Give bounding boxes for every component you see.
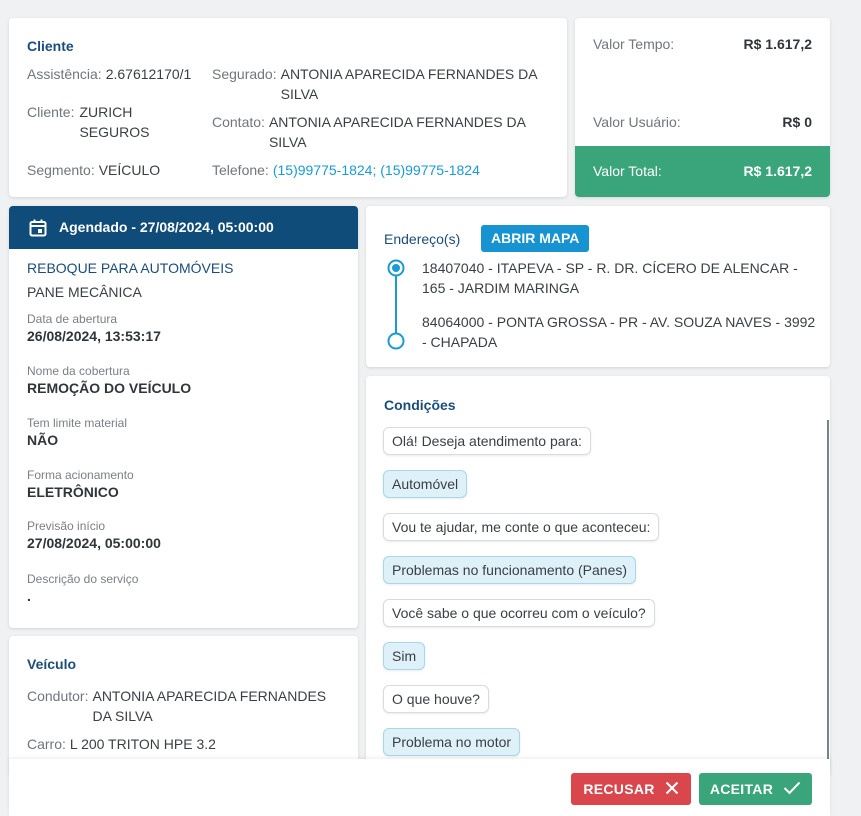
cliente-value: ZURICH SEGUROS bbox=[79, 104, 150, 140]
accept-label: ACEITAR bbox=[709, 781, 774, 797]
schedule-card: Agendado - 27/08/2024, 05:00:00 REBOQUE … bbox=[9, 206, 358, 628]
close-icon bbox=[665, 781, 679, 798]
chat-message: Olá! Deseja atendimento para: bbox=[383, 427, 591, 455]
segurado-value: ANTONIA APARECIDA FERNANDES DA SILVA bbox=[280, 66, 537, 102]
contato-label: Contato: bbox=[212, 114, 265, 130]
condutor-row: Condutor: ANTONIA APARECIDA FERNANDES DA… bbox=[27, 688, 347, 726]
service-title: REBOQUE PARA AUTOMÓVEIS bbox=[27, 260, 234, 276]
chat-reply: Problema no motor bbox=[383, 728, 521, 756]
carro-row: Carro: L 200 TRITON HPE 3.2 bbox=[27, 736, 216, 752]
conditions-card-title: Condições bbox=[384, 397, 456, 413]
valor-total-bar: Valor Total: R$ 1.617,2 bbox=[575, 146, 830, 197]
address-card: Endereço(s) ABRIR MAPA 18407040 - ITAPEV… bbox=[366, 206, 830, 367]
chat-reply: Problemas no funcionamento (Panes) bbox=[383, 556, 637, 584]
valor-tempo-value: R$ 1.617,2 bbox=[743, 36, 813, 52]
field-label: Nome da cobertura bbox=[27, 364, 130, 378]
valor-total-value: R$ 1.617,2 bbox=[743, 163, 813, 179]
field-descricao-servico: Descrição do serviço . bbox=[27, 572, 138, 604]
field-label: Forma acionamento bbox=[27, 468, 134, 482]
client-card: Cliente Assistência: 2.67612170/1 Client… bbox=[9, 18, 567, 197]
client-card-title: Cliente bbox=[27, 38, 74, 54]
telefone-link[interactable]: (15)99775-1824; (15)99775-1824 bbox=[273, 162, 480, 178]
conditions-card: Condições Olá! Deseja atendimento para: … bbox=[366, 376, 830, 776]
chat-message: Vou te ajudar, me conte o que aconteceu: bbox=[383, 513, 660, 541]
origin-address: 18407040 - ITAPEVA - SP - R. DR. CÍCERO … bbox=[422, 260, 798, 296]
carro-label: Carro: bbox=[27, 736, 66, 752]
service-subtitle: PANE MECÂNICA bbox=[27, 284, 142, 300]
field-previsao-inicio: Previsão início 27/08/2024, 05:00:00 bbox=[27, 519, 161, 551]
field-data-abertura: Data de abertura 26/08/2024, 13:53:17 bbox=[27, 312, 161, 344]
field-label: Previsão início bbox=[27, 519, 106, 533]
chat-message: Você sabe o que ocorreu com o veículo? bbox=[383, 599, 655, 627]
field-label: Tem limite material bbox=[27, 416, 128, 430]
condutor-label: Condutor: bbox=[27, 688, 89, 704]
segmento-label: Segmento: bbox=[27, 162, 95, 178]
field-value: ELETRÔNICO bbox=[27, 484, 119, 500]
field-value: REMOÇÃO DO VEÍCULO bbox=[27, 380, 192, 396]
field-value: 27/08/2024, 05:00:00 bbox=[27, 535, 161, 551]
field-forma-acionamento: Forma acionamento ELETRÔNICO bbox=[27, 468, 134, 500]
destination-marker-icon bbox=[387, 332, 405, 353]
address-card-title: Endereço(s) bbox=[384, 231, 461, 247]
calendar-icon bbox=[28, 218, 48, 241]
reject-label: RECUSAR bbox=[583, 781, 655, 797]
valor-tempo-label: Valor Tempo: bbox=[593, 36, 675, 52]
chat-reply: Automóvel bbox=[383, 470, 468, 498]
field-value: . bbox=[27, 588, 31, 604]
valor-total-label: Valor Total: bbox=[593, 163, 662, 179]
segurado-label: Segurado: bbox=[212, 66, 277, 82]
chat-message: O que houve? bbox=[383, 685, 489, 713]
reject-button[interactable]: RECUSAR bbox=[571, 773, 691, 805]
route-line bbox=[395, 276, 397, 333]
vehicle-card-title: Veículo bbox=[27, 656, 77, 672]
assistencia-label: Assistência: bbox=[27, 66, 102, 82]
field-label: Descrição do serviço bbox=[27, 572, 139, 586]
segmento-value: VEÍCULO bbox=[98, 162, 161, 178]
schedule-header: Agendado - 27/08/2024, 05:00:00 bbox=[9, 206, 358, 249]
field-label: Data de abertura bbox=[27, 312, 118, 326]
contato-row: Contato: ANTONIA APARECIDA FERNANDES DA … bbox=[212, 114, 552, 152]
values-card: Valor Tempo: R$ 1.617,2 Valor Usuário: R… bbox=[575, 18, 830, 197]
accept-button[interactable]: ACEITAR bbox=[699, 773, 812, 805]
field-nome-cobertura: Nome da cobertura REMOÇÃO DO VEÍCULO bbox=[27, 364, 191, 396]
segurado-row: Segurado: ANTONIA APARECIDA FERNANDES DA… bbox=[212, 66, 552, 104]
field-limite-material: Tem limite material NÃO bbox=[27, 416, 127, 448]
conditions-scrollbar[interactable] bbox=[827, 420, 829, 760]
assistencia-value: 2.67612170/1 bbox=[105, 66, 192, 82]
telefone-label: Telefone: bbox=[212, 162, 269, 178]
destination-address: 84064000 - PONTA GROSSA - PR - AV. SOUZA… bbox=[422, 314, 816, 350]
assistencia-row: Assistência: 2.67612170/1 bbox=[27, 66, 191, 82]
cliente-label: Cliente: bbox=[27, 104, 75, 120]
vehicle-card: Veículo Condutor: ANTONIA APARECIDA FERN… bbox=[9, 636, 358, 776]
footer-bar: RECUSAR ACEITAR bbox=[9, 759, 830, 816]
valor-usuario-label: Valor Usuário: bbox=[593, 114, 681, 130]
open-map-button[interactable]: ABRIR MAPA bbox=[481, 225, 590, 252]
chat-reply: Sim bbox=[383, 642, 426, 670]
condutor-value: ANTONIA APARECIDA FERNANDES DA SILVA bbox=[92, 688, 327, 724]
valor-usuario-value: R$ 0 bbox=[782, 114, 812, 130]
telefone-row: Telefone: (15)99775-1824; (15)99775-1824 bbox=[212, 162, 480, 178]
carro-value: L 200 TRITON HPE 3.2 bbox=[69, 736, 216, 752]
contato-value: ANTONIA APARECIDA FERNANDES DA SILVA bbox=[268, 114, 526, 150]
checkmark-icon bbox=[783, 781, 801, 798]
field-value: NÃO bbox=[27, 432, 59, 448]
segmento-row: Segmento: VEÍCULO bbox=[27, 162, 160, 178]
schedule-header-text: Agendado - 27/08/2024, 05:00:00 bbox=[59, 219, 274, 235]
cliente-row: Cliente: ZURICH SEGUROS bbox=[27, 104, 207, 142]
field-value: 26/08/2024, 13:53:17 bbox=[27, 328, 161, 344]
